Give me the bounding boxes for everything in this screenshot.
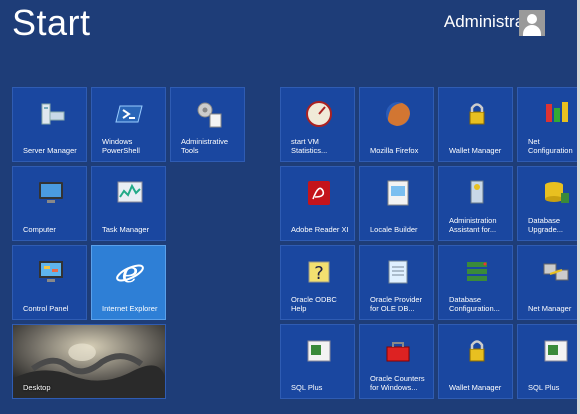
control-panel-icon: [39, 261, 63, 282]
help-icon: ?: [308, 261, 330, 284]
locale-builder-icon: [387, 180, 409, 206]
tile-label: Net Configuration: [528, 137, 573, 155]
tile-label: SQL Plus: [528, 383, 560, 392]
user-avatar-icon[interactable]: [519, 10, 545, 36]
svg-text:?: ?: [314, 263, 324, 284]
tile-label: Task Manager: [102, 225, 150, 234]
tile-oracle-counters[interactable]: Oracle Counters for Windows...: [359, 324, 434, 399]
tile-label: Server Manager: [23, 146, 77, 155]
sql-plus-icon: [307, 340, 331, 362]
tile-label: Database Upgrade...: [528, 216, 564, 234]
sql-plus-icon: [544, 340, 568, 362]
tile-desktop[interactable]: Desktop: [12, 324, 166, 399]
firefox-icon: [386, 102, 410, 126]
tile-label: Mozilla Firefox: [370, 146, 419, 155]
notepad-icon: [388, 260, 408, 284]
tile-administrative-tools[interactable]: Administrative Tools: [170, 87, 245, 162]
tile-start-vm-statistics[interactable]: start VM Statistics...: [280, 87, 355, 162]
task-manager-icon: [117, 181, 143, 203]
tile-adobe-reader[interactable]: Adobe Reader XI: [280, 166, 355, 241]
tile-windows-powershell[interactable]: Windows PowerShell: [91, 87, 166, 162]
gauge-icon: [306, 101, 332, 127]
tile-task-manager[interactable]: Task Manager: [91, 166, 166, 241]
toolbox-icon: [386, 342, 410, 362]
tile-label: Administration Assistant for...: [449, 216, 497, 234]
tile-net-configuration[interactable]: Net Configuration: [517, 87, 580, 162]
tile-label: Oracle Provider for OLE DB...: [370, 295, 423, 313]
tile-control-panel[interactable]: Control Panel: [12, 245, 87, 320]
wallet-manager-icon: [469, 340, 485, 362]
tile-label: Windows PowerShell: [102, 137, 140, 155]
start-screen-title: Start: [12, 2, 91, 43]
tile-sql-plus-1[interactable]: SQL Plus: [280, 324, 355, 399]
database-upgrade-icon: [545, 182, 569, 203]
tile-server-manager[interactable]: Server Manager: [12, 87, 87, 162]
tile-locale-builder[interactable]: Locale Builder: [359, 166, 434, 241]
tile-wallet-manager-2[interactable]: Wallet Manager: [438, 324, 513, 399]
tile-net-manager[interactable]: Net Manager: [517, 245, 580, 320]
computer-icon: [39, 182, 63, 203]
tile-wallet-manager-1[interactable]: Wallet Manager: [438, 87, 513, 162]
tile-label: start VM Statistics...: [291, 137, 328, 155]
tile-label: Wallet Manager: [449, 146, 502, 155]
tile-computer[interactable]: Computer: [12, 166, 87, 241]
internet-explorer-icon: e: [116, 256, 144, 288]
tile-oracle-odbc-help[interactable]: ? Oracle ODBC Help: [280, 245, 355, 320]
tile-label: Adobe Reader XI: [291, 225, 349, 234]
tile-label: Computer: [23, 225, 56, 234]
tile-mozilla-firefox[interactable]: Mozilla Firefox: [359, 87, 434, 162]
database-configuration-icon: [467, 262, 487, 281]
tile-oracle-provider[interactable]: Oracle Provider for OLE DB...: [359, 245, 434, 320]
tile-label: Wallet Manager: [449, 383, 502, 392]
tile-label: Administrative Tools: [181, 137, 229, 155]
tile-database-upgrade[interactable]: Database Upgrade...: [517, 166, 580, 241]
tile-label: Locale Builder: [370, 225, 418, 234]
tile-sql-plus-2[interactable]: SQL Plus: [517, 324, 580, 399]
adobe-reader-icon: [308, 181, 330, 205]
tile-label: Oracle Counters for Windows...: [370, 374, 425, 392]
tile-label: SQL Plus: [291, 383, 323, 392]
server-manager-icon: [41, 103, 65, 125]
tile-label: Internet Explorer: [102, 304, 158, 313]
net-configuration-icon: [546, 102, 568, 122]
tile-administration-assistant[interactable]: Administration Assistant for...: [438, 166, 513, 241]
powershell-icon: [115, 105, 143, 123]
net-manager-icon: [543, 263, 569, 281]
tile-label: Net Manager: [528, 304, 572, 313]
administration-assistant-icon: [470, 180, 484, 204]
svg-text:e: e: [122, 256, 139, 288]
wallet-manager-icon: [469, 103, 485, 125]
tile-label: Database Configuration...: [449, 295, 500, 313]
tile-label: Control Panel: [23, 304, 69, 313]
tile-internet-explorer[interactable]: e Internet Explorer: [91, 245, 166, 320]
tile-database-configuration[interactable]: Database Configuration...: [438, 245, 513, 320]
tile-label: Oracle ODBC Help: [291, 295, 337, 313]
tile-label: Desktop: [23, 383, 51, 392]
administrative-tools-icon: [197, 102, 222, 128]
